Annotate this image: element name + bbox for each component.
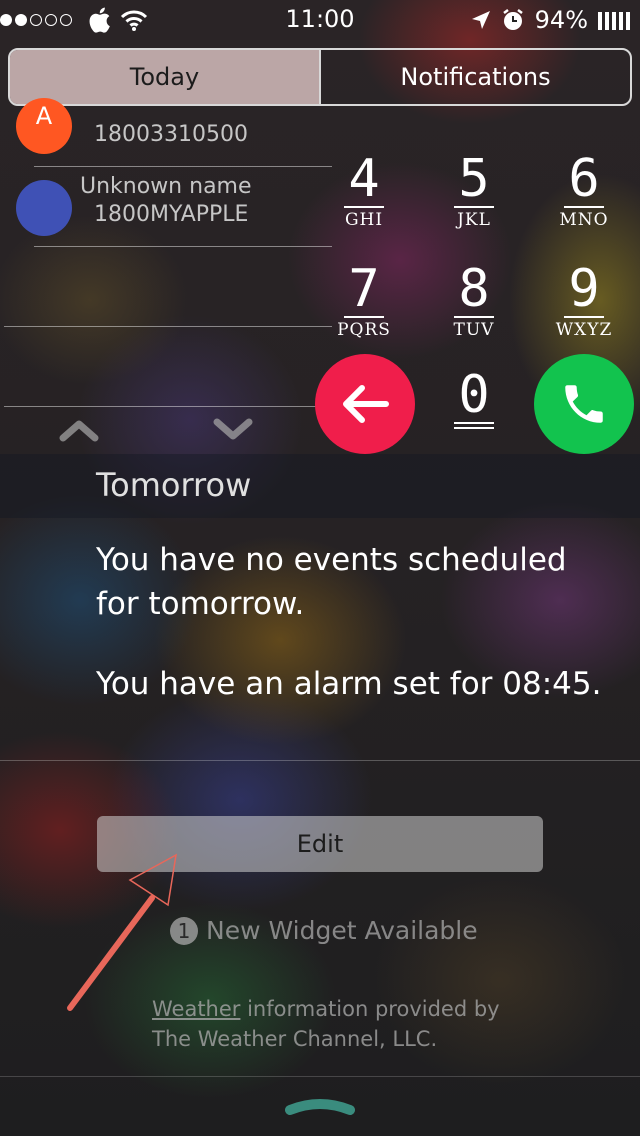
battery-bars-icon (598, 10, 630, 30)
list-divider (34, 246, 332, 247)
section-title: Tomorrow (96, 466, 252, 504)
weather-credit: Weather information provided by The Weat… (152, 994, 500, 1054)
phone-icon (565, 385, 603, 423)
list-divider (4, 406, 332, 407)
alarm-icon (501, 8, 525, 32)
weather-credit-text: information provided by (240, 997, 500, 1021)
key-digit: 9 (568, 259, 600, 319)
key-digit: 0 (458, 365, 490, 425)
key-letters: MNO (559, 210, 609, 230)
view-segmented-control: Today Notifications (8, 48, 632, 106)
key-digit: 8 (458, 259, 490, 319)
scroll-down-button[interactable] (212, 416, 254, 446)
arrow-left-icon (343, 385, 389, 423)
location-arrow-icon (471, 10, 491, 30)
scroll-up-button[interactable] (58, 416, 100, 446)
new-widget-label: New Widget Available (206, 916, 478, 945)
key-digit: 6 (568, 149, 600, 209)
battery-percent: 94% (534, 6, 588, 34)
contact-initial: A (35, 102, 53, 130)
dialpad-key-0[interactable]: 0 (429, 368, 519, 429)
backspace-button[interactable] (315, 354, 415, 454)
contact-number: 1800MYAPPLE (94, 202, 249, 227)
key-letters: TUV (453, 320, 495, 340)
dialpad-key-7[interactable]: 7 PQRS (319, 262, 409, 340)
section-divider (0, 760, 640, 761)
contact-list-item[interactable]: A 18003310500 (16, 98, 332, 166)
list-divider (34, 166, 332, 167)
dialpad-key-5[interactable]: 5 JKL (429, 152, 519, 230)
tomorrow-section-header: Tomorrow (0, 454, 640, 518)
chevron-up-icon (59, 420, 99, 442)
key-letters: GHI (344, 210, 384, 230)
events-summary: You have no events scheduled for tomorro… (96, 542, 567, 622)
chevron-handle-icon (285, 1099, 355, 1115)
list-divider (4, 326, 332, 327)
tab-today[interactable]: Today (10, 50, 319, 104)
new-widget-count-badge: 1 (170, 916, 198, 945)
new-widget-notice[interactable]: 1 New Widget Available (170, 916, 478, 945)
contact-avatar: A (16, 98, 72, 154)
contact-number: 18003310500 (94, 122, 248, 147)
key-letters: PQRS (337, 320, 391, 340)
dialpad-key-6[interactable]: 6 MNO (539, 152, 629, 230)
dialpad-key-8[interactable]: 8 TUV (429, 262, 519, 340)
bottom-divider (0, 1076, 640, 1077)
contact-name: Unknown name (80, 174, 252, 199)
close-handle[interactable] (284, 1096, 356, 1120)
key-digit: 4 (348, 149, 380, 209)
key-letters: WXYZ (555, 320, 613, 340)
chevron-down-icon (213, 418, 253, 440)
alarm-summary: You have an alarm set for 08:45. (96, 666, 602, 702)
contact-list-item[interactable]: Unknown name 1800MYAPPLE (16, 172, 332, 242)
weather-link[interactable]: Weather (152, 997, 240, 1021)
dialpad-key-9[interactable]: 9 WXYZ (539, 262, 629, 340)
status-bar: 11:00 94% (0, 0, 640, 40)
key-digit: 7 (348, 259, 380, 319)
key-letters: JKL (457, 210, 491, 230)
tab-notifications[interactable]: Notifications (319, 50, 630, 104)
contact-avatar (16, 180, 72, 236)
dialpad-key-4[interactable]: 4 GHI (319, 152, 409, 230)
weather-credit-provider: The Weather Channel, LLC. (152, 1027, 438, 1051)
key-digit: 5 (458, 149, 490, 209)
call-button[interactable] (534, 354, 634, 454)
